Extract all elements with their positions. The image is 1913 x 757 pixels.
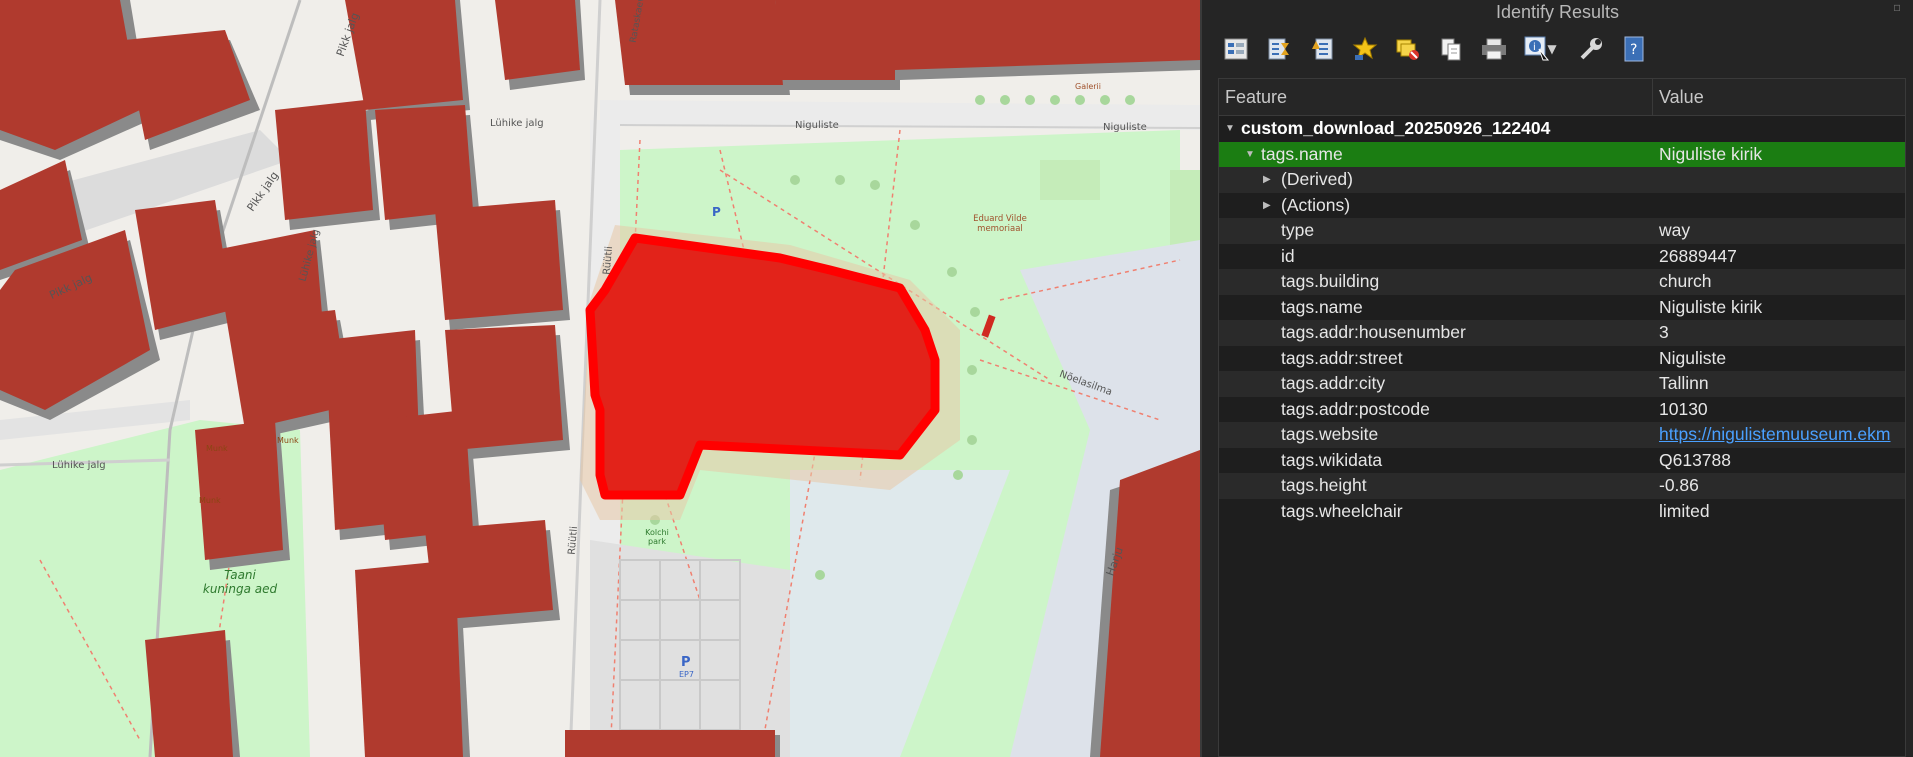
selected-feature-row[interactable]: ▼ tags.name Niguliste kirik <box>1219 141 1905 167</box>
column-header-value[interactable]: Value <box>1653 79 1704 115</box>
attribute-value: way <box>1659 220 1691 241</box>
attribute-name: tags.addr:housenumber <box>1281 322 1466 343</box>
chevron-down-icon[interactable]: ▼ <box>1545 42 1559 56</box>
collapse-all-icon[interactable] <box>1265 35 1293 63</box>
attribute-row[interactable]: tags.website https://nigulistemuuseum.ek… <box>1219 422 1905 448</box>
street-label: Niguliste <box>795 120 839 131</box>
attribute-row[interactable]: tags.building church <box>1219 269 1905 295</box>
attribute-row[interactable]: tags.addr:housenumber 3 <box>1219 320 1905 346</box>
street-label: Lühike jalg <box>52 460 106 471</box>
map-canvas[interactable]: Pikk jalg Pikk jalg Pikk jalg Lühike jal… <box>0 0 1200 757</box>
identify-results-panel: Identify Results ▫ i ▼ ? Feature Value ▼… <box>1200 0 1913 757</box>
attribute-name: tags.wheelchair <box>1281 500 1403 521</box>
attribute-name: type <box>1281 220 1315 241</box>
parking-icon: P <box>681 655 691 670</box>
poi-label: Galerii <box>1075 82 1101 91</box>
attribute-value: church <box>1659 271 1712 292</box>
svg-text:i: i <box>1533 42 1536 53</box>
svg-text:?: ? <box>1630 42 1637 58</box>
attribute-name: tags.name <box>1281 296 1363 317</box>
expanded-arrow-icon[interactable]: ▼ <box>1245 149 1255 160</box>
results-tree[interactable]: Feature Value ▼ custom_download_20250926… <box>1218 78 1906 757</box>
highlight-features-icon[interactable] <box>1351 35 1379 63</box>
park-label: Taani kuninga aed <box>202 568 278 596</box>
attribute-value: Q613788 <box>1659 449 1732 470</box>
attribute-value: 10130 <box>1659 398 1708 419</box>
attribute-row[interactable]: tags.wikidata Q613788 <box>1219 448 1905 474</box>
collapsed-arrow-icon[interactable]: ▶ <box>1263 174 1271 185</box>
attribute-name: tags.addr:city <box>1281 373 1386 394</box>
attribute-row[interactable]: tags.height -0.86 <box>1219 473 1905 499</box>
group-row-derived[interactable]: ▶ (Derived) <box>1219 167 1905 193</box>
clear-results-icon[interactable] <box>1394 35 1422 63</box>
panel-title: Identify Results <box>1495 2 1620 22</box>
feature-value: Niguliste kirik <box>1659 143 1763 164</box>
attribute-value: 26889447 <box>1659 245 1737 266</box>
attribute-name: tags.building <box>1281 271 1380 292</box>
street-label: Niguliste <box>1103 122 1147 133</box>
layer-node[interactable]: ▼ custom_download_20250926_122404 <box>1219 116 1905 142</box>
attribute-name: tags.addr:street <box>1281 347 1403 368</box>
website-link[interactable]: https://nigulistemuuseum.ekm <box>1659 424 1891 445</box>
identify-toolbar: i ▼ ? <box>1222 34 1663 64</box>
attribute-value: Niguliste kirik <box>1659 296 1763 317</box>
attribute-row[interactable]: tags.wheelchair limited <box>1219 499 1905 525</box>
feature-key: tags.name <box>1261 143 1343 164</box>
poi-label: Eduard Vilde memoriaal <box>973 214 1027 234</box>
poi-label: Kolchi park <box>645 528 669 546</box>
layer-name: custom_download_20250926_122404 <box>1241 118 1551 139</box>
collapsed-arrow-icon[interactable]: ▶ <box>1263 200 1271 211</box>
expand-tree-icon[interactable] <box>1222 35 1250 63</box>
expand-all-icon[interactable] <box>1308 35 1336 63</box>
attribute-name: id <box>1281 245 1295 266</box>
map-layer <box>0 0 1200 757</box>
float-panel-icon[interactable]: ▫ <box>1893 0 1911 16</box>
column-header-feature[interactable]: Feature <box>1219 79 1653 115</box>
tree-header: Feature Value <box>1219 79 1905 116</box>
attribute-row[interactable]: type way <box>1219 218 1905 244</box>
attribute-value: 3 <box>1659 322 1669 343</box>
attribute-row[interactable]: tags.name Niguliste kirik <box>1219 295 1905 321</box>
attribute-name: tags.height <box>1281 475 1367 496</box>
attribute-row[interactable]: tags.addr:street Niguliste <box>1219 346 1905 372</box>
help-icon[interactable]: ? <box>1620 35 1648 63</box>
attribute-row[interactable]: tags.addr:postcode 10130 <box>1219 397 1905 423</box>
attribute-name: tags.addr:postcode <box>1281 398 1430 419</box>
group-label: (Derived) <box>1281 169 1353 190</box>
poi-label: Munk <box>206 444 228 453</box>
attribute-value: Niguliste <box>1659 347 1727 368</box>
print-icon[interactable] <box>1480 35 1508 63</box>
parking-icon: P <box>712 205 721 219</box>
group-label: (Actions) <box>1281 194 1351 215</box>
attribute-name: tags.wikidata <box>1281 449 1383 470</box>
parking-label: EP7 <box>679 670 694 679</box>
attribute-value: -0.86 <box>1659 475 1699 496</box>
poi-label: Munk <box>199 496 221 505</box>
attribute-value: Tallinn <box>1659 373 1709 394</box>
copy-feature-icon[interactable] <box>1437 35 1465 63</box>
attribute-row[interactable]: id 26889447 <box>1219 244 1905 270</box>
group-row-actions[interactable]: ▶ (Actions) <box>1219 193 1905 219</box>
attribute-name: tags.website <box>1281 424 1379 445</box>
expanded-arrow-icon[interactable]: ▼ <box>1225 123 1235 134</box>
settings-icon[interactable] <box>1577 35 1605 63</box>
street-label: Lühike jalg <box>490 118 544 129</box>
attribute-value: limited <box>1659 500 1710 521</box>
attribute-row[interactable]: tags.addr:city Tallinn <box>1219 371 1905 397</box>
poi-label: Munk <box>277 436 299 445</box>
